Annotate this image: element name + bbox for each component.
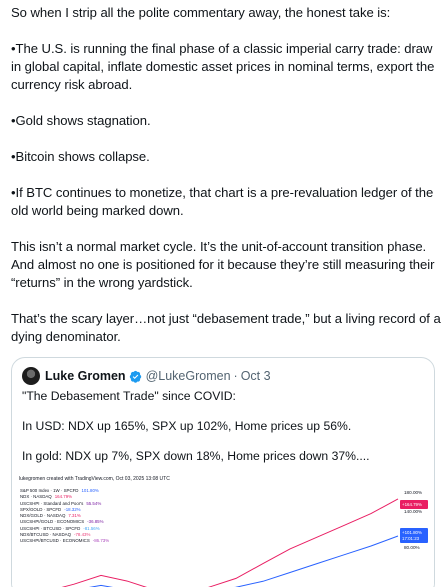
legend-label: S&P 500 Index · 1W · SPCFD	[20, 488, 79, 493]
y-axis-badge: +164.79%	[400, 500, 428, 509]
legend-label: USCSHPI · Standard and Poor's	[20, 500, 84, 506]
chart-image[interactable]: lukegromen created with TradingView.com,…	[12, 468, 434, 587]
quoted-paragraph-2: In USD: NDX up 165%, SPX up 102%, Home p…	[22, 419, 352, 433]
legend-label: SPX/GOLD · SPCFD	[20, 506, 62, 512]
quoted-paragraph-3: In gold: NDX up 7%, SPX down 18%, Home p…	[22, 449, 370, 463]
y-tick-label: 140.00%	[404, 509, 423, 514]
quoted-post[interactable]: Luke Gromen @LukeGromen · Oct 3 "The Deb…	[11, 357, 435, 587]
legend-value: -78.43%	[74, 532, 91, 538]
avatar[interactable]	[22, 367, 40, 385]
legend-value: 55.54%	[86, 500, 102, 506]
y-tick-label: 180.00%	[404, 490, 423, 495]
legend-value: 7.31%	[68, 513, 81, 519]
legend-label: USCSHPI · BTCUSD · SPCFD	[20, 525, 81, 531]
legend-value: -36.85%	[87, 519, 104, 525]
legend-value: -86.73%	[92, 538, 110, 544]
quoted-paragraph-1: "The Debasement Trade" since COVID:	[22, 389, 236, 403]
chart-credit: lukegromen created with TradingView.com,…	[19, 476, 170, 482]
legend-value: -18.32%	[64, 506, 81, 512]
quoted-post-header: Luke Gromen @LukeGromen · Oct 3	[22, 367, 271, 385]
legend-label: USCSHPI/BTCUSD · ECONOMICS	[20, 538, 90, 544]
legend-value: 164.79%	[54, 494, 73, 500]
post-paragraph-7: That’s the scary layer…not just “debasem…	[11, 311, 441, 344]
post-paragraph-4: •Bitcoin shows collapse.	[11, 149, 150, 164]
y-axis-badge: 17:01:23	[400, 534, 428, 543]
post-paragraph-2: •The U.S. is running the final phase of …	[11, 41, 435, 92]
post-paragraph-5: •If BTC continues to monetize, that char…	[11, 185, 434, 218]
post-date[interactable]: Oct 3	[241, 369, 271, 383]
legend-value: 101.80%	[81, 488, 99, 493]
legend-entry: USCSHPI/BTCUSD · ECONOMICS -86.73%	[20, 538, 109, 544]
post-paragraph-1: So when I strip all the polite commentar…	[11, 5, 391, 20]
chart-legend: S&P 500 Index · 1W · SPCFD 101.80% NDX · N…	[20, 488, 109, 545]
post-paragraph-3: •Gold shows stagnation.	[11, 113, 151, 128]
legend-label: NDX · NASDAQ	[20, 494, 52, 500]
author-name[interactable]: Luke Gromen	[45, 369, 126, 383]
legend-value: -81.56%	[83, 525, 100, 531]
author-handle[interactable]: @LukeGromen	[146, 369, 231, 383]
legend-label: USCSHPI/GOLD · ECONOMICS	[20, 519, 85, 525]
legend-label: NDX/BTCUSD · NASDAQ	[20, 532, 71, 538]
legend-label: NDX/GOLD · NASDAQ	[20, 513, 66, 519]
post-body: So when I strip all the polite commentar…	[11, 4, 441, 346]
y-tick-label: 80.00%	[404, 545, 420, 550]
separator-dot: ·	[233, 369, 238, 383]
post-paragraph-6: This isn’t a normal market cycle. It’s t…	[11, 239, 435, 290]
verified-badge-icon	[129, 370, 141, 383]
quoted-post-text: "The Debasement Trade" since COVID: In U…	[22, 389, 426, 464]
